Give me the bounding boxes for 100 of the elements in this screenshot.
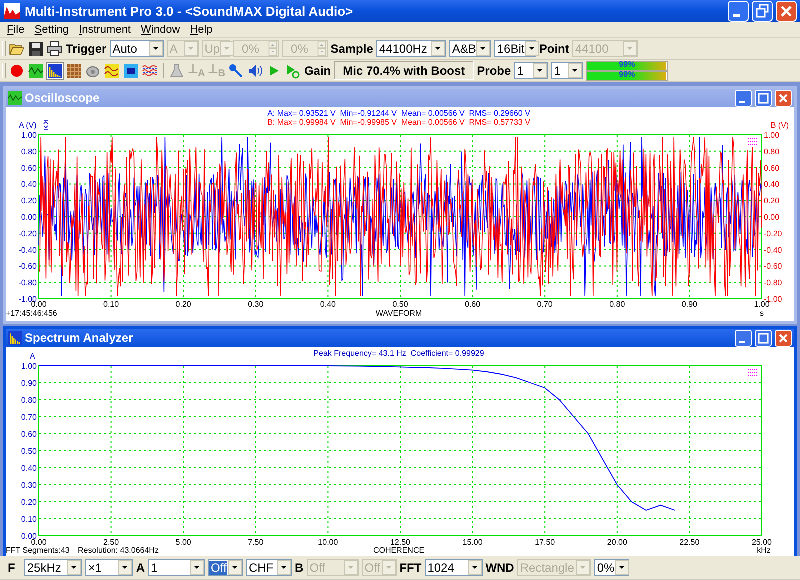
dropdown[interactable]: 44100Hz: [376, 40, 446, 57]
menu-item[interactable]: Window: [136, 24, 186, 36]
tick-label: 0.60: [21, 164, 37, 173]
multi-wave-icon[interactable]: [142, 62, 158, 78]
tick-label: 0.00: [21, 532, 37, 541]
dropdown[interactable]: 1024: [424, 559, 483, 576]
menu-item[interactable]: File: [2, 24, 30, 36]
unit-label: s: [760, 309, 764, 318]
tick-label: 1.00: [21, 131, 37, 140]
tick-label: 0.20: [21, 498, 37, 507]
tick-label: 0.40: [320, 300, 336, 309]
caret-icon[interactable]: [614, 560, 629, 575]
resolution-text: Resolution: 43.0664Hz: [78, 546, 159, 555]
toolbar-label: FFT: [400, 560, 422, 574]
tick-label: 0.90: [682, 300, 698, 309]
grid-icon[interactable]: [66, 62, 82, 78]
spectrum-icon: [8, 331, 22, 345]
tick-label: 0.80: [764, 147, 780, 156]
tick-label: -0.40: [18, 246, 37, 255]
tick-label: 0.60: [21, 430, 37, 439]
menu-item[interactable]: Instrument: [74, 24, 136, 36]
restore-button[interactable]: [752, 0, 773, 22]
caret-icon[interactable]: [190, 560, 204, 575]
menu-item[interactable]: Setting: [30, 24, 74, 36]
caret-icon[interactable]: [476, 41, 490, 56]
window-title: Multi-Instrument Pro 3.0 - <SoundMAX Digital Audio>: [25, 4, 354, 18]
dropdown[interactable]: 1: [514, 62, 548, 79]
close-button[interactable]: [775, 90, 792, 106]
record-icon[interactable]: [9, 62, 25, 78]
tick-label: 0.80: [610, 300, 626, 309]
dropdown[interactable]: 1: [551, 62, 584, 79]
tick-label: 2.50: [104, 538, 120, 547]
dropdown[interactable]: 1: [148, 559, 206, 576]
meter-reading: 99%: [618, 70, 636, 80]
dropdown[interactable]: Off: [208, 559, 244, 576]
caret-icon[interactable]: [148, 41, 163, 56]
caret-icon[interactable]: [228, 560, 242, 575]
tick-label: -0.60: [18, 262, 37, 272]
tick-label: 0.70: [21, 413, 37, 422]
toolbar-label: A: [136, 560, 146, 574]
minimize-button[interactable]: [728, 0, 749, 22]
caret-icon[interactable]: [468, 560, 482, 575]
device-icon[interactable]: [123, 62, 139, 78]
dropdown[interactable]: CHF: [246, 559, 292, 576]
maximize-button[interactable]: [755, 330, 772, 346]
tick-label: -0.20: [18, 229, 37, 238]
tick-label: 1.00: [764, 131, 780, 140]
window-title: Spectrum Analyzer: [25, 331, 134, 345]
caret-icon[interactable]: [67, 560, 82, 575]
minimize-button[interactable]: [735, 330, 752, 346]
axis-label: B (V): [770, 121, 790, 130]
tick-label: -1.00: [18, 295, 37, 304]
peak-frequency-text: Peak Frequency= 43.1 Hz Coefficient= 0.99929: [314, 349, 484, 358]
tick-label: 0.40: [21, 180, 37, 190]
tick-label: 0.60: [764, 164, 780, 173]
legend-icon[interactable]: [747, 137, 759, 147]
tick-label: 0.30: [248, 300, 264, 309]
legend-icon[interactable]: [747, 368, 759, 378]
scale-icon[interactable]: [44, 120, 48, 130]
toolbar-label: Point: [539, 42, 570, 56]
dropdown[interactable]: A&B: [449, 40, 492, 57]
tick-label: 15.00: [462, 538, 483, 547]
dropdown[interactable]: Auto: [110, 40, 164, 57]
dropdown[interactable]: 0%: [594, 559, 630, 576]
spectrum-icon[interactable]: [47, 62, 63, 78]
statistics-text: A: Max= 0.93521 V Min=-0.91244 V Mean= 0.00566 V RMS= 0.29660 V: [268, 109, 530, 118]
oscilloscope-icon[interactable]: [28, 62, 44, 78]
axis-label: A (V): [19, 121, 37, 130]
dropdown[interactable]: 25kHz: [24, 559, 82, 576]
tick-label: -0.60: [764, 262, 782, 272]
axis-label: A: [30, 352, 36, 361]
toolbar-label: Trigger: [66, 42, 107, 56]
toolbar-label: Gain: [304, 64, 332, 78]
dropdown[interactable]: 16Bit: [494, 40, 536, 57]
speaker-icon[interactable]: [247, 62, 264, 78]
dropdown[interactable]: ×1: [85, 559, 134, 576]
tick-label: 10.00: [318, 538, 338, 547]
tick-label: 0.80: [21, 147, 37, 156]
caret-icon[interactable]: [524, 41, 539, 56]
menu-item[interactable]: Help: [185, 24, 218, 36]
save-icon[interactable]: [28, 40, 44, 56]
tick-label: 20.00: [607, 538, 628, 547]
close-button[interactable]: [776, 0, 797, 22]
caret-icon[interactable]: [533, 63, 548, 78]
tick-label: 7.50: [248, 538, 264, 547]
caret-icon[interactable]: [568, 63, 582, 78]
minimize-button[interactable]: [735, 90, 752, 106]
wave-icon[interactable]: [104, 62, 120, 78]
tick-label: 0.00: [21, 213, 37, 222]
tick-label: 25.00: [752, 538, 772, 547]
close-button[interactable]: [775, 330, 792, 346]
segments-text: FFT Segments:43: [6, 546, 70, 555]
tick-label: 17.50: [535, 538, 556, 547]
print-icon[interactable]: [47, 40, 63, 56]
caret-icon[interactable]: [277, 560, 292, 575]
caret-icon[interactable]: [118, 560, 132, 575]
maximize-button[interactable]: [755, 90, 772, 106]
probe-icon[interactable]: [228, 62, 244, 78]
caret-icon[interactable]: [431, 41, 446, 56]
plot-caption: WAVEFORM: [376, 309, 422, 318]
